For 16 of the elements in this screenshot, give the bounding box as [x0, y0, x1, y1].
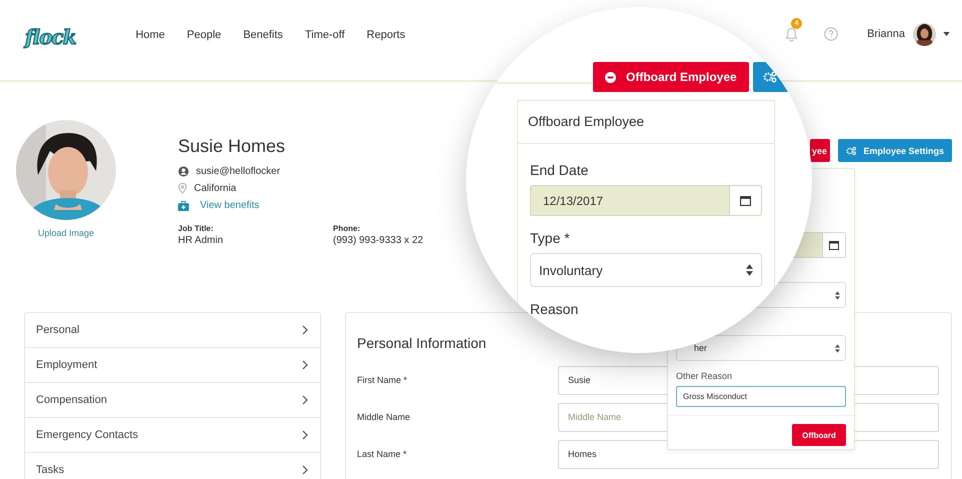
- field-label: Type *: [530, 230, 571, 246]
- field-label: Reason: [530, 301, 580, 317]
- field-label: Other Reason: [676, 371, 734, 381]
- employee-name: Susie Homes: [178, 136, 286, 157]
- field-label: Last Name *: [357, 449, 408, 459]
- field-label: End Date: [530, 162, 590, 178]
- popover-title: Offboard Employee: [518, 101, 774, 144]
- field-label: First Name *: [357, 375, 408, 385]
- field-label: Middle Name: [357, 412, 412, 422]
- field-label: Job Title:: [178, 224, 214, 233]
- email-text: susie@helloflocker: [196, 166, 280, 177]
- field-value: (993) 993-9333 x 22: [333, 235, 424, 246]
- panel-title: Personal Information: [357, 335, 486, 351]
- field-label: Phone:: [333, 224, 362, 233]
- location-text: California: [194, 183, 236, 194]
- field-value: HR Admin: [178, 235, 224, 246]
